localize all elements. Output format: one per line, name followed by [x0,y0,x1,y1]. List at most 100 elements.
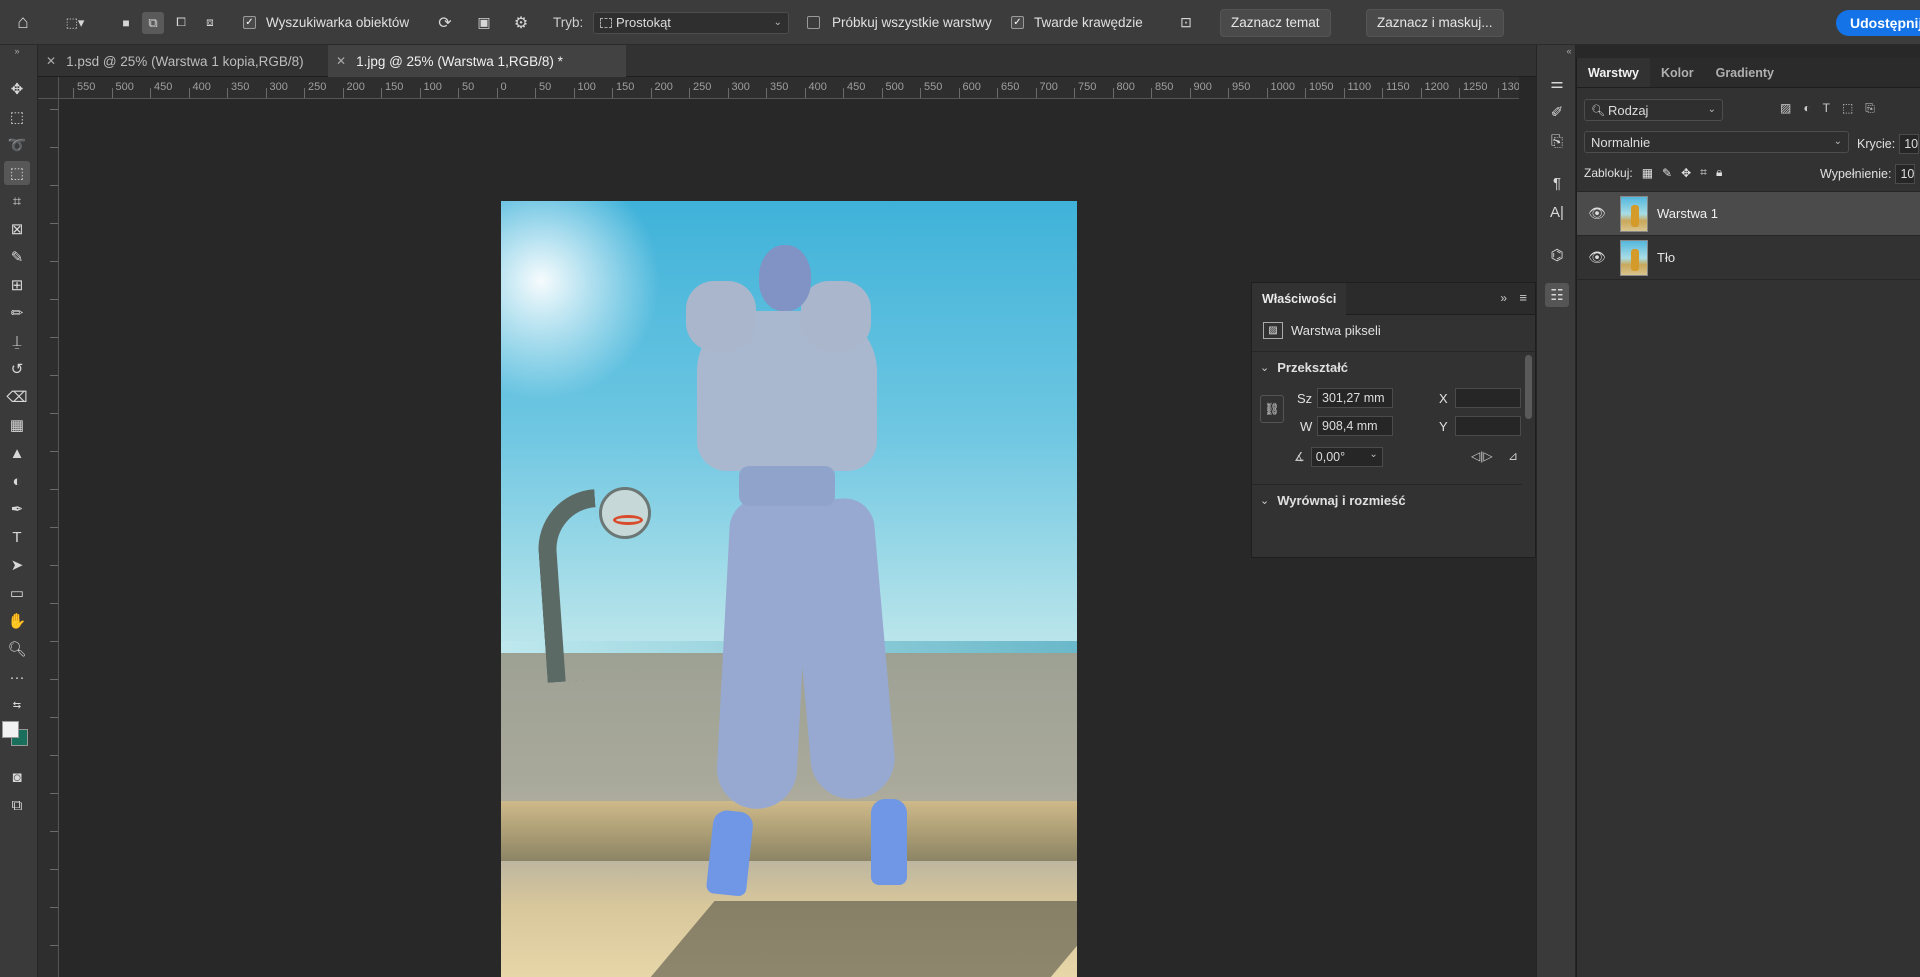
ruler-tick [843,88,844,98]
layer-name[interactable]: Tło [1657,250,1675,265]
eyedropper-tool-icon[interactable]: ✎ [4,245,30,269]
character-icon[interactable]: A| [1545,200,1569,224]
screen-mode-icon[interactable]: ⧉ [4,793,30,817]
adjustments-icon[interactable]: ⚌ [1545,71,1569,95]
flip-vertical-icon[interactable]: ⊿ [1508,449,1518,463]
figure-arm-left [686,281,756,351]
lock-position-icon[interactable]: ✥ [1681,166,1691,180]
select-subject-button[interactable]: Zaznacz temat [1220,8,1331,37]
fill-input[interactable]: 10 [1895,164,1916,184]
gradient-tool-icon[interactable]: ▦ [4,413,30,437]
object-selection-tool-icon[interactable]: ⬚ [4,161,30,185]
feedback-icon[interactable]: ⊡ [1175,0,1197,45]
rectangle-tool-icon[interactable]: ▭ [4,581,30,605]
properties-panel-icon[interactable]: ☷ [1545,283,1569,307]
properties-scrollbar[interactable] [1525,355,1532,419]
link-dimensions-icon[interactable]: ⛓ [1260,395,1284,423]
brush-tool-icon[interactable]: ✏ [4,301,30,325]
eraser-tool-icon[interactable]: ⌫ [4,385,30,409]
eye-icon[interactable]: 👁︎ [1586,249,1608,266]
pen-tool-icon[interactable]: ✒ [4,497,30,521]
sample-all-layers-checkbox[interactable] [807,16,820,29]
clone-stamp-tool-icon[interactable]: ⍊ [4,329,30,353]
width-input[interactable]: 301,27 mm [1317,388,1393,408]
move-tool-icon[interactable]: ✥ [4,77,30,101]
eye-icon[interactable]: 👁︎ [1586,205,1608,222]
filter-type-icon[interactable]: T [1823,101,1830,116]
blur-tool-icon[interactable]: ▲ [4,441,30,465]
paths-icon[interactable]: ⌬ [1545,243,1569,267]
clone-source-icon[interactable]: ⎘ [1545,129,1569,153]
lasso-tool-icon[interactable]: ➰ [4,133,30,157]
align-section-title[interactable]: Wyrównaj i rozmieść [1277,493,1405,508]
tab-color[interactable]: Kolor [1650,58,1705,87]
gear-icon[interactable]: ⚙ [511,0,531,45]
filter-shape-icon[interactable]: ⬚ [1842,101,1853,116]
opacity-input[interactable]: 10 [1899,134,1920,154]
select-and-mask-button[interactable]: Zaznacz i maskuj... [1366,8,1504,37]
history-brush-tool-icon[interactable]: ↺ [4,357,30,381]
height-input[interactable]: 908,4 mm [1317,416,1393,436]
close-icon[interactable]: ✕ [336,54,346,68]
lock-artboard-icon[interactable]: ⌗ [1700,165,1707,180]
mode-select[interactable]: Prostokąt ⌄ [593,11,789,34]
foreground-color-swatch[interactable] [2,721,19,738]
crop-tool-icon[interactable]: ⌗ [4,189,30,213]
lock-transparent-icon[interactable]: ▦ [1642,166,1653,180]
marquee-tool-icon[interactable]: ⬚ [4,105,30,129]
layer-name[interactable]: Warstwa 1 [1657,206,1718,221]
lock-pixels-icon[interactable]: ✎ [1662,166,1672,180]
show-objects-icon[interactable]: ▣ [474,0,494,45]
tool-preset-picker[interactable]: ⬚▾ [58,0,92,45]
subtract-selection-icon[interactable]: ⧠ [173,0,189,45]
layer-filter-select[interactable]: 🔍︎ Rodzaj ⌄ [1584,99,1723,121]
panel-menu-icon[interactable]: ≡ [1519,290,1527,305]
angle-input[interactable]: 0,00° ⌄ [1310,447,1383,467]
collapse-icon[interactable]: » [4,39,30,63]
intersect-selection-icon[interactable]: ⧈ [202,0,218,45]
layer-row-warstwa-1[interactable]: 👁︎ Warstwa 1 [1577,192,1920,236]
ruler-label: 300 [269,81,288,93]
path-selection-tool-icon[interactable]: ➤ [4,553,30,577]
blend-mode-select[interactable]: Normalnie ⌄ [1584,131,1849,153]
brush-settings-icon[interactable]: ✐ [1545,100,1569,124]
layer-row-tlo[interactable]: 👁︎ Tło [1577,236,1920,280]
lock-all-icon[interactable]: 🔒︎ [1716,165,1722,180]
hard-edges-checkbox[interactable]: ✓ [1011,16,1024,29]
tab-gradients[interactable]: Gradienty [1705,58,1785,87]
zoom-tool-icon[interactable]: 🔍︎ [4,637,30,661]
type-tool-icon[interactable]: T [4,525,30,549]
ruler-tick [342,88,344,98]
more-tools-icon[interactable]: ··· [4,665,30,689]
close-icon[interactable]: ✕ [46,54,56,68]
transform-section-title[interactable]: Przekształć [1277,360,1348,375]
flip-horizontal-icon[interactable]: ◁|▷ [1471,449,1493,463]
filter-smart-object-icon[interactable]: ⎘ [1865,101,1875,116]
swap-colors-icon[interactable]: ⇆ [4,693,30,717]
healing-brush-tool-icon[interactable]: ⊞ [4,273,30,297]
frame-tool-icon[interactable]: ⊠ [4,217,30,241]
x-input[interactable] [1455,388,1521,408]
filter-adjustment-icon[interactable]: ◐ [1803,101,1810,116]
horizontal-ruler[interactable]: 550 500 450 400 350 300 250 200 150 100 50 0 50 100 15… [59,77,1519,99]
add-to-selection-icon[interactable]: ⧉ [142,12,164,34]
chevron-down-icon[interactable]: ⌄ [1260,361,1269,374]
dodge-tool-icon[interactable]: ◐ [4,469,30,493]
document-image[interactable] [501,201,1077,977]
paragraph-icon[interactable]: ¶ [1545,171,1569,195]
filter-pixel-icon[interactable]: ▨ [1780,101,1791,116]
y-input[interactable] [1455,416,1521,436]
figure-head [759,245,811,311]
refresh-icon[interactable]: ⟳ [435,0,455,45]
quick-mask-icon[interactable]: ◙ [4,765,30,789]
tab-1-jpg[interactable]: ✕ 1.jpg @ 25% (Warstwa 1,RGB/8) * [328,45,626,77]
hand-tool-icon[interactable]: ✋ [4,609,30,633]
new-selection-icon[interactable]: ■ [118,0,134,45]
tab-layers[interactable]: Warstwy [1577,58,1650,87]
chevron-down-icon[interactable]: ⌄ [1260,494,1269,507]
share-button[interactable]: Udostępnij [1836,9,1920,36]
vertical-ruler[interactable] [38,99,59,977]
collapse-panel-icon[interactable]: » [1500,291,1507,305]
tab-1-psd[interactable]: ✕ 1.psd @ 25% (Warstwa 1 kopia,RGB/8) [38,45,328,77]
object-finder-checkbox[interactable]: ✓ [243,16,256,29]
